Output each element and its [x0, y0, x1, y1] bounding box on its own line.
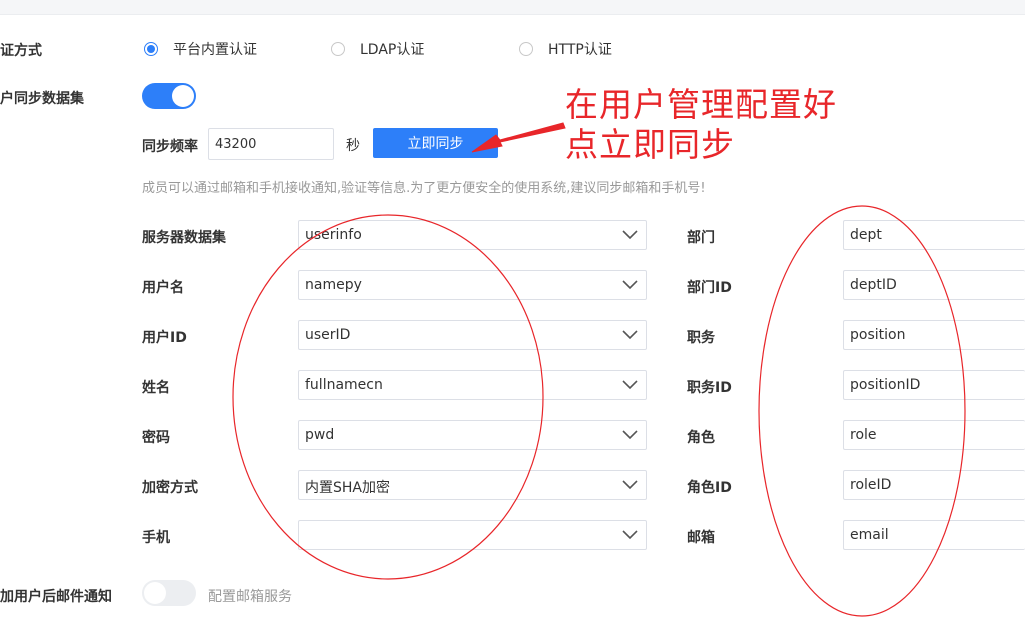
select-value: deptID	[850, 277, 897, 293]
chevron-down-icon	[622, 380, 638, 390]
field-label: 用户ID	[142, 330, 187, 346]
sync-dataset-label: 户同步数据集	[0, 91, 84, 107]
field-label: 部门ID	[687, 280, 732, 296]
field-label: 职务	[687, 330, 715, 346]
username-select[interactable]: namepy	[298, 270, 647, 300]
chevron-down-icon	[622, 530, 638, 540]
field-label: 手机	[142, 530, 170, 546]
select-value: email	[850, 527, 889, 543]
radio-checked-icon	[144, 42, 158, 56]
role-id-select[interactable]: roleID	[843, 470, 1025, 500]
field-label: 姓名	[142, 380, 170, 396]
password-select[interactable]: pwd	[298, 420, 647, 450]
chevron-down-icon	[622, 430, 638, 440]
sync-dataset-toggle[interactable]	[142, 83, 196, 109]
select-value: fullnamecn	[305, 377, 383, 393]
auth-method-label: 证方式	[0, 43, 42, 59]
toggle-knob	[172, 85, 194, 107]
role-select[interactable]: role	[843, 420, 1025, 450]
select-value: dept	[850, 227, 882, 243]
select-value: pwd	[305, 427, 335, 443]
chevron-down-icon	[622, 480, 638, 490]
configure-email-service-link[interactable]: 配置邮箱服务	[208, 586, 292, 606]
radio-label: LDAP认证	[360, 42, 425, 58]
sync-frequency-label: 同步频率	[142, 139, 198, 155]
phone-select[interactable]	[298, 520, 647, 550]
department-id-select[interactable]: deptID	[843, 270, 1025, 300]
sync-now-button[interactable]: 立即同步	[373, 128, 498, 158]
select-value: 内置SHA加密	[305, 480, 390, 496]
encryption-select[interactable]: 内置SHA加密	[298, 470, 647, 500]
radio-http-auth[interactable]: HTTP认证	[519, 39, 612, 59]
annotation-ellipse-right	[758, 205, 966, 617]
select-value: position	[850, 327, 906, 343]
chevron-down-icon	[622, 330, 638, 340]
select-value: role	[850, 427, 877, 443]
seconds-unit-label: 秒	[346, 138, 360, 154]
email-notify-toggle[interactable]	[142, 580, 196, 606]
sync-hint-text: 成员可以通过邮箱和手机接收通知,验证等信息.为了更方便安全的使用系统,建议同步邮…	[142, 181, 706, 196]
top-bar	[0, 0, 1025, 15]
radio-label: 平台内置认证	[173, 42, 257, 58]
full-name-select[interactable]: fullnamecn	[298, 370, 647, 400]
email-notify-label: 加用户后邮件通知	[0, 589, 112, 605]
radio-unchecked-icon	[331, 42, 345, 56]
field-label: 角色ID	[687, 480, 732, 496]
select-value: userID	[305, 327, 351, 343]
select-value: userinfo	[305, 227, 362, 243]
chevron-down-icon	[622, 280, 638, 290]
sync-frequency-input[interactable]	[208, 128, 334, 160]
select-value: roleID	[850, 477, 892, 493]
field-label: 部门	[687, 230, 715, 246]
field-label: 角色	[687, 430, 715, 446]
select-value: positionID	[850, 377, 921, 393]
radio-label: HTTP认证	[548, 42, 612, 58]
field-label: 服务器数据集	[142, 230, 226, 246]
field-label: 加密方式	[142, 480, 198, 496]
toggle-knob	[144, 582, 166, 604]
field-label: 邮箱	[687, 530, 715, 546]
field-label: 职务ID	[687, 380, 732, 396]
radio-builtin-auth[interactable]: 平台内置认证	[144, 39, 257, 59]
annotation-text-line2: 点立即同步	[565, 125, 735, 164]
position-id-select[interactable]: positionID	[843, 370, 1025, 400]
server-dataset-select[interactable]: userinfo	[298, 220, 647, 250]
user-id-select[interactable]: userID	[298, 320, 647, 350]
department-select[interactable]: dept	[843, 220, 1025, 250]
radio-ldap-auth[interactable]: LDAP认证	[331, 39, 424, 59]
radio-unchecked-icon	[519, 42, 533, 56]
field-label: 用户名	[142, 280, 184, 296]
select-value: namepy	[305, 277, 362, 293]
email-select[interactable]: email	[843, 520, 1025, 550]
chevron-down-icon	[622, 230, 638, 240]
field-label: 密码	[142, 430, 170, 446]
position-select[interactable]: position	[843, 320, 1025, 350]
